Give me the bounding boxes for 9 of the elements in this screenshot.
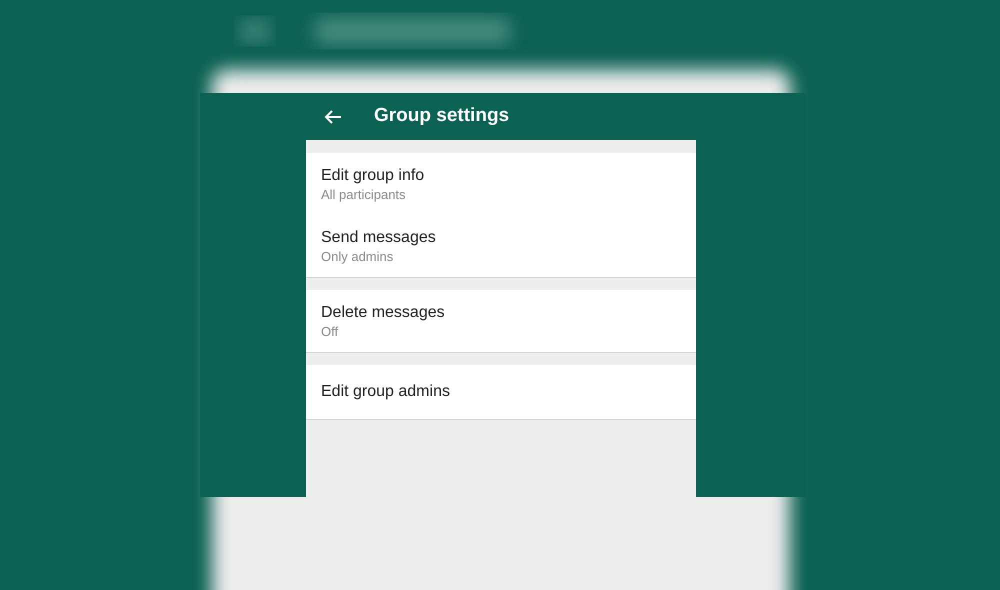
screen-title: Group settings	[374, 104, 510, 128]
setting-title[interactable]: Edit group info	[321, 166, 681, 186]
setting-title[interactable]: Delete messages	[321, 302, 681, 322]
setting-title[interactable]: Edit group admins	[321, 382, 681, 402]
setting-title[interactable]: Send messages	[321, 228, 681, 248]
setting-value: Off	[321, 322, 340, 340]
setting-value: All participants	[321, 186, 407, 202]
back-arrow-icon[interactable]	[324, 108, 342, 124]
setting-value: Only admins	[321, 248, 394, 264]
